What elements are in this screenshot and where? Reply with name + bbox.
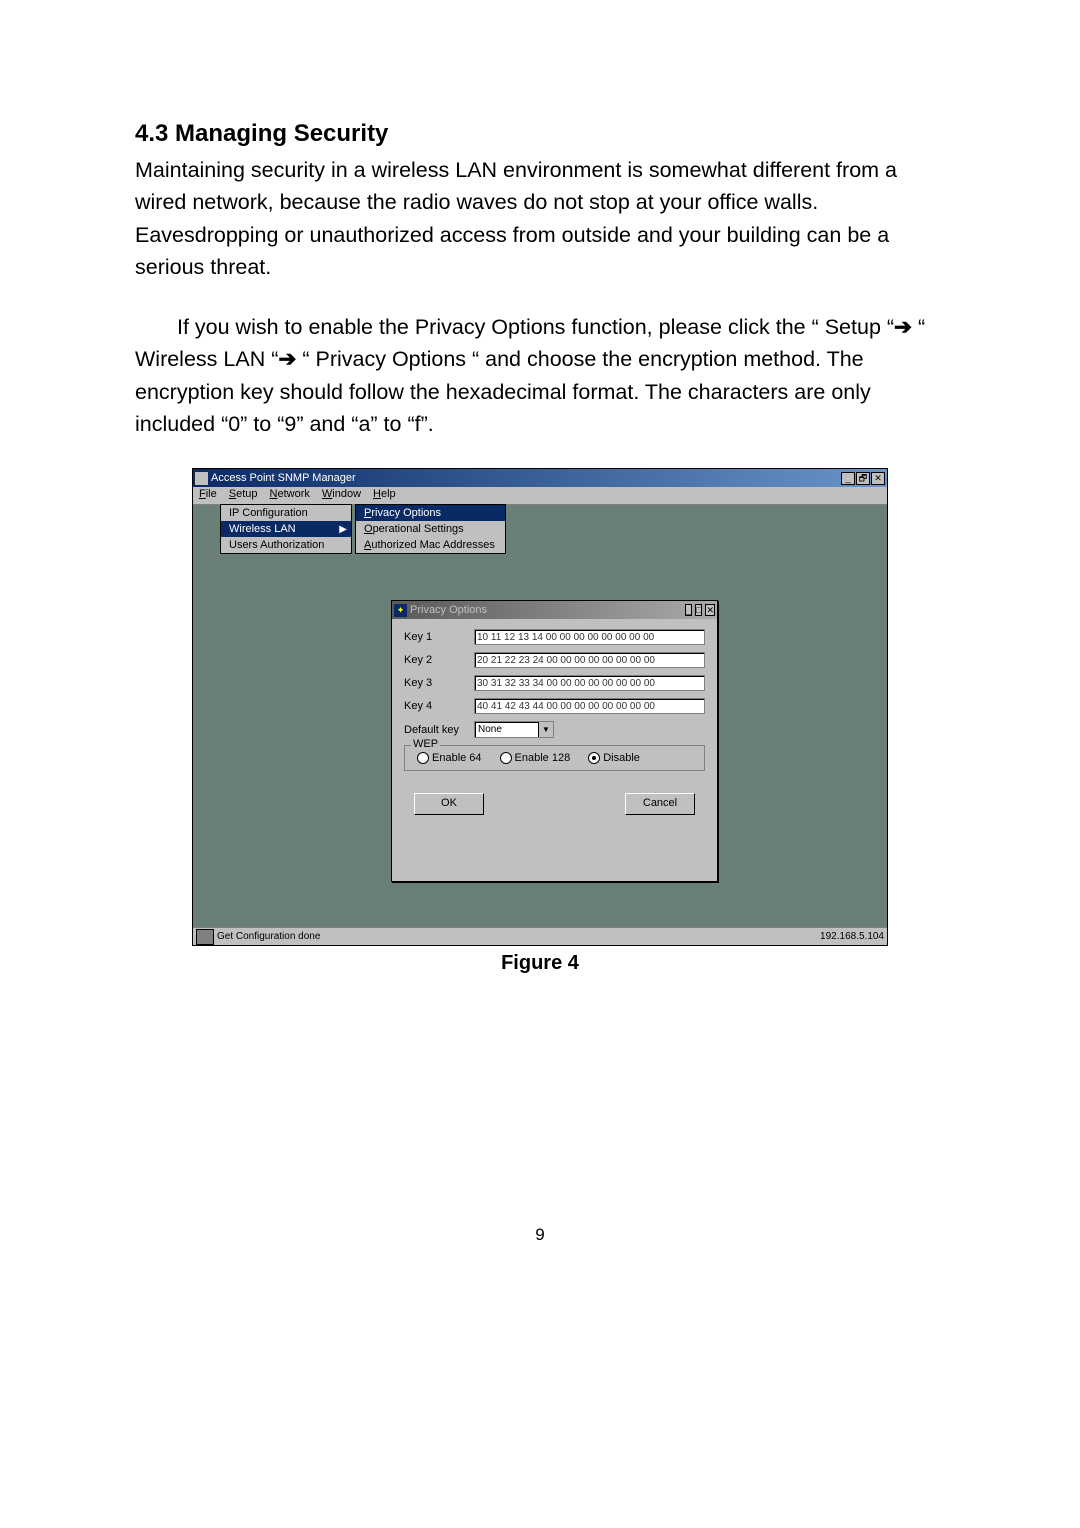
arrow-1: ➔ (894, 311, 912, 343)
main-titlebar: Access Point SNMP Manager _ 🗗 ✕ (193, 469, 887, 487)
statusbar: Get Configuration done 192.168.5.104 (193, 927, 887, 945)
app-icon (195, 472, 208, 485)
radio-dot (500, 752, 512, 764)
ok-button[interactable]: OK (414, 793, 484, 815)
submenu-privacy-options[interactable]: Privacy Options (356, 505, 505, 521)
key4-label: Key 4 (404, 700, 474, 712)
dialog-close-button[interactable]: ✕ (705, 604, 715, 616)
key1-label: Key 1 (404, 631, 474, 643)
radio-dot (417, 752, 429, 764)
submenu-authorized-mac[interactable]: Authorized Mac Addresses (356, 537, 505, 553)
submenu-users-auth[interactable]: Users Authorization (221, 537, 351, 553)
menu-file[interactable]: File (193, 487, 223, 504)
figure-caption: Figure 4 (135, 952, 945, 975)
wep-group: WEP Enable 64 Enable 128 (404, 745, 705, 771)
screenshot-window: Access Point SNMP Manager _ 🗗 ✕ File Set… (192, 468, 888, 946)
radio-disable[interactable]: Disable (588, 752, 640, 764)
close-button[interactable]: ✕ (871, 472, 885, 485)
arrow-2: ➔ (278, 343, 296, 375)
radio-enable-64-label: Enable 64 (432, 752, 482, 764)
restore-button[interactable]: 🗗 (856, 472, 870, 485)
menu-window[interactable]: Window (316, 487, 367, 504)
menu-network[interactable]: Network (264, 487, 316, 504)
paragraph-2: If you wish to enable the Privacy Option… (135, 311, 945, 440)
dialog-max-button[interactable]: □ (695, 604, 702, 616)
submenu-ip-config[interactable]: IP Configuration (221, 505, 351, 521)
status-ip: 192.168.5.104 (820, 931, 884, 942)
radio-enable-128[interactable]: Enable 128 (500, 752, 571, 764)
key1-input[interactable] (474, 629, 705, 645)
cancel-button[interactable]: Cancel (625, 793, 695, 815)
p2-part1: If you wish to enable the Privacy Option… (177, 315, 894, 339)
radio-enable-128-label: Enable 128 (515, 752, 571, 764)
wireless-submenu: Privacy Options Operational Settings Aut… (355, 504, 506, 554)
paragraph-1: Maintaining security in a wireless LAN e… (135, 154, 945, 283)
key2-input[interactable] (474, 652, 705, 668)
key2-label: Key 2 (404, 654, 474, 666)
dialog-min-button[interactable]: _ (685, 604, 692, 616)
submenu-wireless-lan[interactable]: Wireless LAN ▶ (221, 521, 351, 537)
dialog-title: Privacy Options (410, 604, 685, 616)
dialog-titlebar: ✦ Privacy Options _ □ ✕ (392, 601, 717, 619)
radio-dot-selected (588, 752, 600, 764)
key3-input[interactable] (474, 675, 705, 691)
menu-help[interactable]: Help (367, 487, 402, 504)
menu-setup[interactable]: Setup (223, 487, 264, 504)
chevron-down-icon: ▼ (538, 722, 553, 737)
lock-icon: ✦ (394, 604, 407, 617)
main-title: Access Point SNMP Manager (211, 472, 841, 484)
radio-disable-label: Disable (603, 752, 640, 764)
key3-label: Key 3 (404, 677, 474, 689)
radio-enable-64[interactable]: Enable 64 (417, 752, 482, 764)
section-heading: 4.3 Managing Security (135, 120, 945, 148)
default-key-dropdown[interactable]: None ▼ (474, 721, 554, 738)
submenu-operational-settings[interactable]: Operational Settings (356, 521, 505, 537)
submenu-wireless-lan-label: Wireless LAN (229, 523, 296, 535)
chevron-right-icon: ▶ (339, 524, 347, 535)
page-number: 9 (135, 1225, 945, 1245)
privacy-options-dialog: ✦ Privacy Options _ □ ✕ Key 1 Key 2 (391, 600, 718, 882)
tray-icon (196, 929, 214, 945)
min-button[interactable]: _ (841, 472, 855, 485)
wep-label: WEP (411, 738, 440, 750)
key4-input[interactable] (474, 698, 705, 714)
default-key-label: Default key (404, 724, 474, 736)
status-text: Get Configuration done (217, 931, 320, 942)
setup-submenu: IP Configuration Wireless LAN ▶ Users Au… (220, 504, 352, 554)
menubar: File Setup Network Window Help (193, 487, 887, 505)
default-key-value: None (475, 724, 538, 735)
